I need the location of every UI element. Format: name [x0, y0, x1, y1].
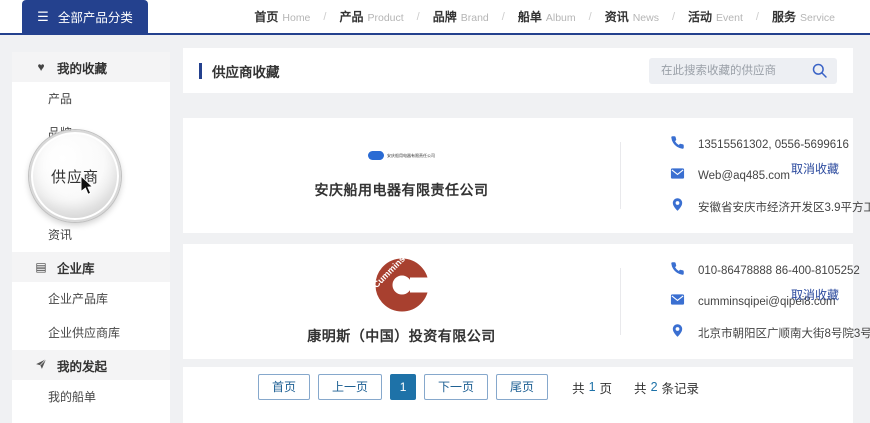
total-records-label: 共	[634, 378, 647, 397]
supplier-phone: 13515561302, 0556-5699616	[698, 139, 849, 151]
nav-separator: /	[672, 11, 675, 23]
cummins-logo: Cummins	[374, 257, 430, 318]
prev-page-button[interactable]: 上一页	[318, 374, 382, 400]
total-records-value: 2	[651, 380, 658, 394]
supplier-identity: Cummins 康明斯（中国）投资有限公司	[183, 244, 620, 359]
nav-item-product[interactable]: 产品 Product	[339, 8, 403, 25]
pagination: 首页 上一页 1 下一页 尾页 共 1 页 共 2 条记录	[258, 374, 699, 400]
pagination-block: 首页 上一页 1 下一页 尾页 共 1 页 共 2 条记录	[183, 367, 853, 423]
heart-icon: ♥	[34, 60, 48, 74]
supplier-address: 安徽省安庆市经济开发区3.9平方工业园三城寺路	[698, 199, 870, 215]
phone-row: 13515561302, 0556-5699616	[620, 135, 795, 155]
last-page-button[interactable]: 尾页	[496, 374, 548, 400]
main-content: 供应商收藏 安庆船用电器有限责任公司 安庆船用电器有限责任公司 13515561…	[183, 48, 853, 423]
nav-item-news[interactable]: 资讯 News	[605, 8, 659, 25]
sidebar-section-label: 企业库	[57, 258, 95, 277]
phone-row: 010-86478888 86-400-8105252	[620, 261, 795, 281]
sidebar-item-enterprise-suppliers[interactable]: 企业供应商库	[12, 316, 170, 350]
pagination-summary: 共 1 页 共 2 条记录	[572, 378, 699, 397]
phone-icon	[670, 261, 685, 281]
supplier-email: Web@aq485.com	[698, 170, 790, 182]
total-pages-label: 共	[572, 378, 585, 397]
phone-icon	[670, 135, 685, 155]
hamburger-menu-icon: ☰	[37, 10, 49, 23]
nav-separator: /	[502, 11, 505, 23]
top-bar: ☰ 全部产品分类 首页 Home / 产品 Product / 品牌 Brand…	[0, 0, 870, 35]
main-nav: 首页 Home / 产品 Product / 品牌 Brand / 船单 Alb…	[254, 0, 835, 33]
catalog-button-label: 全部产品分类	[58, 7, 133, 26]
nav-separator: /	[756, 11, 759, 23]
sidebar-section-enterprise-library[interactable]: ▤ 企业库	[12, 252, 170, 282]
supplier-card: 安庆船用电器有限责任公司 安庆船用电器有限责任公司 13515561302, 0…	[183, 118, 853, 233]
supplier-search	[649, 58, 837, 84]
search-icon[interactable]	[812, 63, 828, 84]
total-records-unit: 条记录	[662, 378, 700, 397]
sidebar: ♥ 我的收藏 产品 品牌 供应商 船单 资讯 ▤ 企业库 企业产品库 企业供应商…	[12, 52, 170, 423]
title-accent-bar	[199, 63, 202, 79]
nav-item-home[interactable]: 首页 Home	[254, 8, 310, 25]
sidebar-section-label: 我的发起	[57, 356, 107, 375]
total-pages-unit: 页	[600, 378, 613, 397]
supplier-contacts: 010-86478888 86-400-8105252 cumminsqipei…	[620, 244, 795, 359]
sidebar-item-my-albums[interactable]: 我的船单	[12, 380, 170, 414]
location-pin-icon	[670, 323, 685, 343]
nav-separator: /	[323, 11, 326, 23]
search-input[interactable]	[649, 58, 837, 84]
address-row: 北京市朝阳区广顺南大街8号院3号楼6层H01,7层G01、H01,8层G01、H…	[620, 323, 795, 343]
sidebar-item-news[interactable]: 资讯	[12, 218, 170, 252]
all-products-category-button[interactable]: ☰ 全部产品分类	[22, 0, 148, 33]
nav-separator: /	[417, 11, 420, 23]
address-row: 安徽省安庆市经济开发区3.9平方工业园三城寺路	[620, 197, 795, 217]
email-icon	[670, 166, 685, 186]
magnifier-lens-overlay: 供应商	[29, 130, 121, 222]
panel-header: 供应商收藏	[183, 48, 853, 93]
email-icon	[670, 292, 685, 312]
page-title: 供应商收藏	[212, 61, 280, 81]
mouse-cursor-icon	[80, 176, 94, 201]
current-page-button[interactable]: 1	[390, 374, 416, 400]
nav-item-service[interactable]: 服务 Service	[772, 8, 835, 25]
supplier-address: 北京市朝阳区广顺南大街8号院3号楼6层H01,7层G01、H01,8层G01、H…	[698, 325, 870, 341]
sidebar-section-my-initiations[interactable]: 我的发起	[12, 350, 170, 380]
supplier-name: 安庆船用电器有限责任公司	[315, 180, 489, 200]
supplier-card: Cummins 康明斯（中国）投资有限公司 010-86478888 86-40…	[183, 244, 853, 359]
sidebar-item-enterprise-products[interactable]: 企业产品库	[12, 282, 170, 316]
nav-separator: /	[589, 11, 592, 23]
supplier-logo: 安庆船用电器有限责任公司	[368, 151, 435, 160]
total-pages-value: 1	[589, 380, 596, 394]
supplier-contacts: 13515561302, 0556-5699616 Web@aq485.com …	[620, 118, 795, 233]
unfavorite-link[interactable]: 取消收藏	[791, 286, 839, 303]
nav-item-brand[interactable]: 品牌 Brand	[433, 8, 489, 25]
unfavorite-link[interactable]: 取消收藏	[791, 160, 839, 177]
first-page-button[interactable]: 首页	[258, 374, 310, 400]
email-row: Web@aq485.com	[620, 166, 795, 186]
sidebar-section-label: 我的收藏	[57, 58, 107, 77]
supplier-identity: 安庆船用电器有限责任公司 安庆船用电器有限责任公司	[183, 118, 620, 233]
nav-item-album[interactable]: 船单 Album	[518, 8, 576, 25]
location-pin-icon	[670, 197, 685, 217]
supplier-name: 康明斯（中国）投资有限公司	[307, 326, 496, 346]
supplier-logo-text: 安庆船用电器有限责任公司	[387, 153, 435, 159]
supplier-logo-mark-icon	[368, 151, 384, 160]
next-page-button[interactable]: 下一页	[424, 374, 488, 400]
sidebar-section-my-favorites[interactable]: ♥ 我的收藏	[12, 52, 170, 82]
paper-plane-icon	[34, 358, 48, 373]
email-row: cumminsqipei@qipei8.com	[620, 292, 795, 312]
nav-item-event[interactable]: 活动 Event	[688, 8, 743, 25]
supplier-phone: 010-86478888 86-400-8105252	[698, 265, 860, 277]
sidebar-item-products[interactable]: 产品	[12, 82, 170, 116]
library-icon: ▤	[34, 260, 48, 274]
